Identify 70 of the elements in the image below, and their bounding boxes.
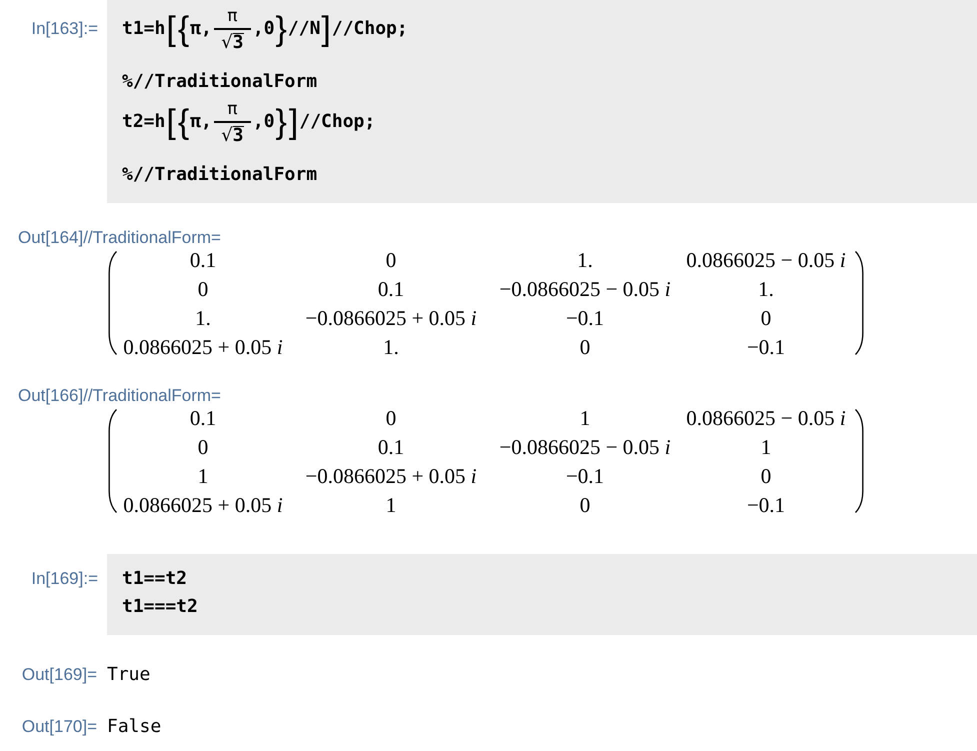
left-parenthesis-icon: [108, 409, 117, 513]
matrix-cell: −0.1: [566, 306, 604, 330]
output-label: Out[169]=: [22, 665, 97, 685]
matrix-cell: 1.: [758, 276, 774, 300]
code-text: %//TraditionalForm: [122, 163, 318, 187]
matrix-cell: 1: [198, 464, 208, 488]
input-cell[interactable]: t1==t2 t1===t2: [107, 554, 977, 635]
fraction-numerator: π: [227, 98, 238, 122]
input-label: In[169]:=: [31, 569, 98, 589]
matrix-cell: −0.0866025 − 0.05 i: [499, 434, 671, 458]
code-bracket: {: [178, 103, 190, 141]
output-value: True: [107, 664, 150, 686]
matrix-cell: 0: [198, 276, 208, 300]
right-parenthesis-icon: [855, 251, 864, 355]
matrix-cell: 0: [386, 406, 396, 430]
code-text: %//TraditionalForm: [122, 70, 318, 94]
code-bracket: ]: [288, 103, 298, 141]
matrix-cell: 0.0866025 − 0.05 i: [686, 248, 846, 272]
matrix-cell: 1: [386, 492, 396, 516]
matrix-cell: 0: [198, 434, 208, 458]
matrix-cell: 0.1: [378, 434, 404, 458]
output-value: False: [107, 716, 162, 738]
matrix-cell: 0.0866025 + 0.05 i: [123, 492, 283, 516]
code-bracket: [: [166, 103, 176, 141]
left-parenthesis-icon: [108, 251, 117, 355]
matrix-cell: 0.1: [378, 276, 404, 300]
code-text: ,0: [252, 110, 275, 134]
code-bracket: }: [276, 103, 287, 141]
fraction-denominator: √3: [221, 30, 244, 54]
matrix-cell: 0.1: [190, 248, 216, 272]
matrix-cell: −0.0866025 + 0.05 i: [305, 306, 477, 330]
matrix-cell: 0: [386, 248, 396, 272]
matrix-cell: 1.: [195, 306, 211, 330]
matrix-cell: −0.0866025 − 0.05 i: [499, 276, 671, 300]
input-label: In[163]:=: [31, 19, 98, 39]
matrix-cell: 0.0866025 − 0.05 i: [686, 406, 846, 430]
matrix-cell: 1.: [577, 248, 593, 272]
right-parenthesis-icon: [855, 409, 864, 513]
code-text: π,: [190, 17, 212, 41]
matrix-cell: 0.0866025 + 0.05 i: [123, 334, 283, 358]
code-bracket: }: [276, 10, 287, 48]
matrix-cell: −0.1: [746, 334, 786, 358]
code-text: //Chop;: [299, 110, 376, 134]
code-text: t1=h: [122, 17, 166, 41]
code-text: t1===t2: [122, 595, 198, 619]
matrix-cell: 0: [580, 492, 590, 516]
code-text: t2=h: [122, 110, 166, 134]
code-text: t1==t2: [122, 567, 188, 591]
code-text: ,0: [252, 17, 275, 41]
code-text: //N: [288, 17, 320, 41]
matrix-cell: 1: [580, 406, 590, 430]
output-label: Out[164]//TraditionalForm=: [18, 229, 221, 247]
code-bracket: ]: [321, 10, 331, 48]
fraction-denominator: √3: [221, 124, 244, 147]
code-bracket: [: [166, 10, 176, 48]
matrix-cell: 1.: [383, 334, 399, 358]
matrix-cell: −0.1: [746, 492, 786, 516]
matrix-cell: −0.0866025 + 0.05 i: [305, 464, 477, 488]
output-label: Out[170]=: [22, 717, 97, 737]
matrix-cell: 1: [760, 434, 772, 458]
matrix-cell: −0.1: [566, 464, 604, 488]
output-label: Out[166]//TraditionalForm=: [18, 387, 221, 405]
fraction-numerator: π: [227, 5, 238, 28]
matrix-cell: 0: [580, 334, 590, 358]
matrix-cell: 0: [760, 464, 772, 488]
code-bracket: {: [178, 10, 190, 48]
code-text: π,: [190, 110, 212, 134]
matrix-cell: 0: [760, 306, 772, 330]
code-text: //Chop;: [332, 17, 408, 41]
matrix-cell: 0.1: [190, 406, 216, 430]
